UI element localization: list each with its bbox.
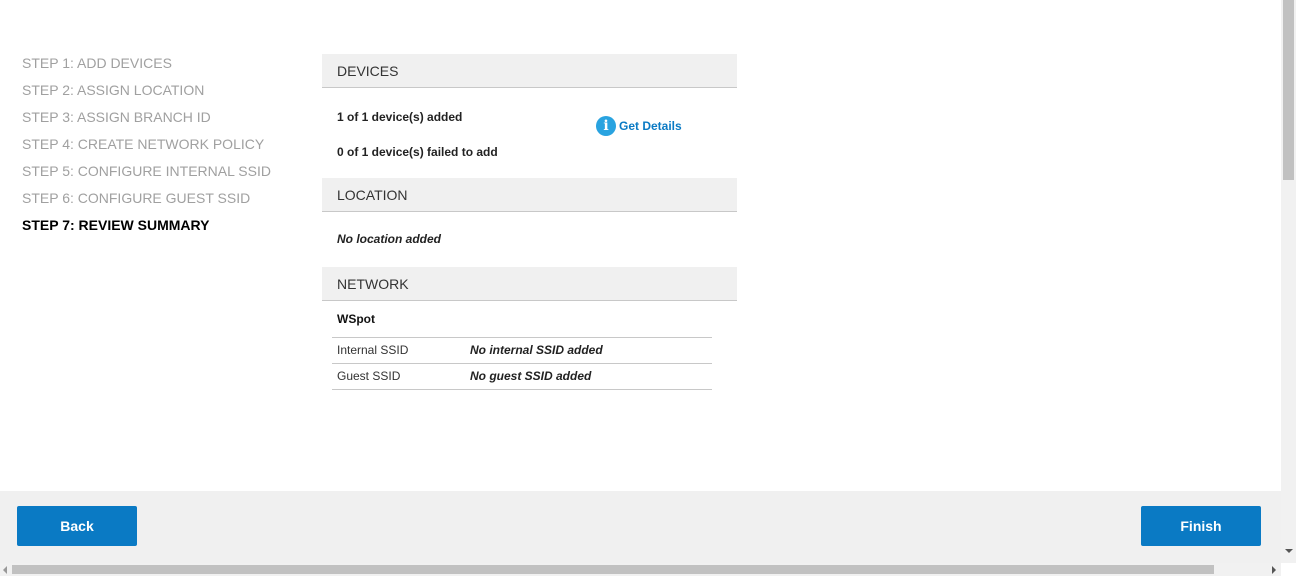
devices-heading: DEVICES — [322, 54, 737, 88]
devices-failed-text: 0 of 1 device(s) failed to add — [337, 145, 498, 159]
wizard-footer: Back Finish — [0, 491, 1281, 563]
scrollbar-corner — [1281, 563, 1296, 576]
table-row: Guest SSID No guest SSID added — [332, 364, 712, 390]
scroll-down-arrow-icon[interactable] — [1285, 549, 1293, 553]
internal-ssid-value: No internal SSID added — [470, 343, 603, 357]
network-section: WSpot Internal SSID No internal SSID add… — [322, 301, 737, 390]
devices-added-text: 1 of 1 device(s) added — [337, 110, 463, 124]
step-add-devices[interactable]: STEP 1: ADD DEVICES — [22, 55, 271, 82]
step-configure-guest-ssid[interactable]: STEP 6: CONFIGURE GUEST SSID — [22, 190, 271, 217]
table-row: Internal SSID No internal SSID added — [332, 338, 712, 364]
step-assign-branch-id[interactable]: STEP 3: ASSIGN BRANCH ID — [22, 109, 271, 136]
get-details-label[interactable]: Get Details — [619, 119, 682, 133]
network-name: WSpot — [337, 312, 375, 326]
vertical-scrollbar[interactable] — [1281, 0, 1296, 563]
step-configure-internal-ssid[interactable]: STEP 5: CONFIGURE INTERNAL SSID — [22, 163, 271, 190]
guest-ssid-value: No guest SSID added — [470, 369, 592, 383]
step-review-summary[interactable]: STEP 7: REVIEW SUMMARY — [22, 217, 271, 244]
step-assign-location[interactable]: STEP 2: ASSIGN LOCATION — [22, 82, 271, 109]
location-section: No location added — [322, 212, 737, 267]
scroll-left-arrow-icon[interactable] — [3, 566, 7, 574]
location-heading: LOCATION — [322, 178, 737, 212]
horizontal-scrollbar[interactable] — [0, 563, 1281, 576]
network-heading: NETWORK — [322, 267, 737, 301]
info-icon[interactable]: i — [596, 116, 616, 136]
horizontal-scrollbar-thumb[interactable] — [12, 565, 1214, 574]
get-details-link[interactable]: i Get Details — [596, 116, 682, 136]
vertical-scrollbar-thumb[interactable] — [1283, 0, 1294, 180]
finish-button[interactable]: Finish — [1141, 506, 1261, 546]
scroll-right-arrow-icon[interactable] — [1272, 566, 1276, 574]
internal-ssid-label: Internal SSID — [337, 343, 409, 357]
back-button[interactable]: Back — [17, 506, 137, 546]
location-status-text: No location added — [337, 232, 442, 246]
review-summary: DEVICES 1 of 1 device(s) added 0 of 1 de… — [322, 54, 737, 390]
step-create-network-policy[interactable]: STEP 4: CREATE NETWORK POLICY — [22, 136, 271, 163]
wizard-steps: STEP 1: ADD DEVICES STEP 2: ASSIGN LOCAT… — [22, 55, 271, 244]
devices-section: 1 of 1 device(s) added 0 of 1 device(s) … — [322, 88, 737, 178]
ssid-table: Internal SSID No internal SSID added Gue… — [332, 337, 712, 390]
guest-ssid-label: Guest SSID — [337, 369, 401, 383]
